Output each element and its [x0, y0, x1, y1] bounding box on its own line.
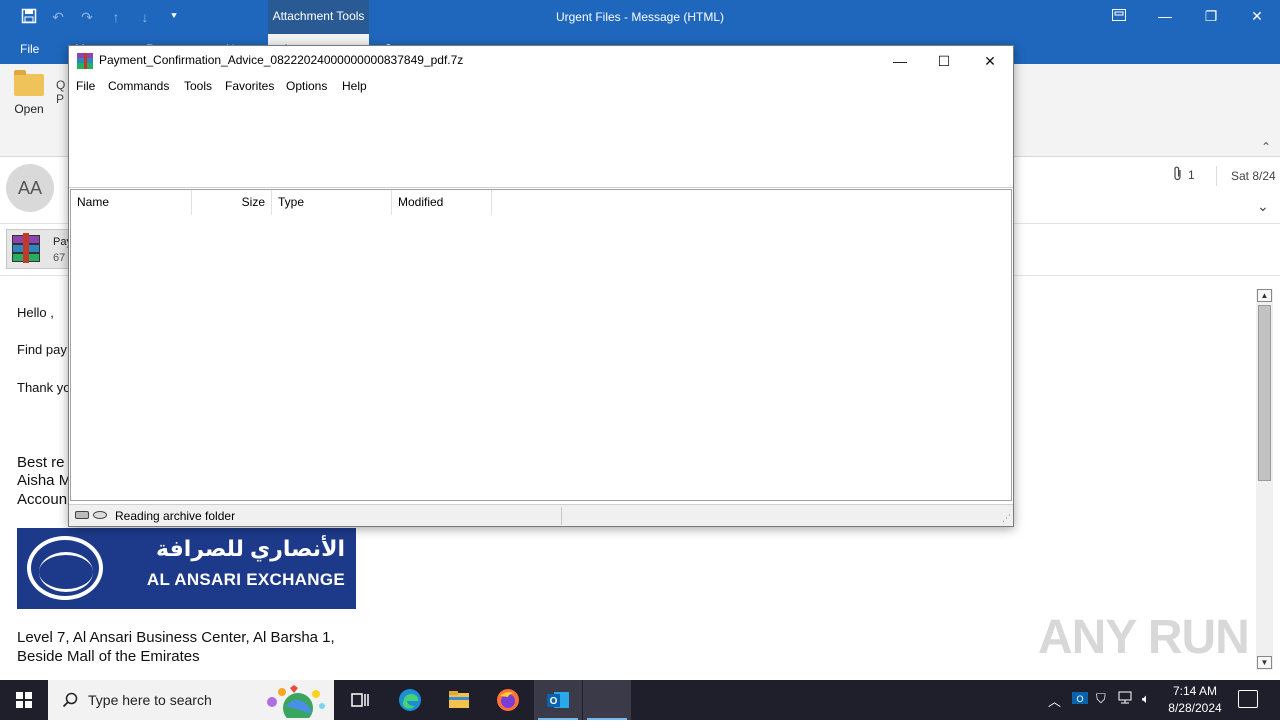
drive-icon	[75, 511, 89, 519]
close-button[interactable]: ✕	[1234, 0, 1280, 34]
column-name[interactable]: Name	[71, 190, 192, 215]
minimize-button[interactable]: —	[1142, 0, 1188, 34]
address-line-2: Beside Mall of the Emirates	[17, 648, 200, 665]
attachment-size: 67	[53, 252, 66, 264]
column-modified[interactable]: Modified	[392, 190, 492, 215]
winrar-status-bar: Reading archive folder ⋰	[69, 504, 1013, 526]
winrar-maximize-button[interactable]: ☐	[921, 46, 967, 76]
svg-text:O: O	[1076, 694, 1083, 704]
restore-button[interactable]: ❐	[1188, 0, 1234, 34]
notifications-icon[interactable]	[1238, 690, 1258, 708]
task-view-button[interactable]	[336, 680, 384, 720]
signature-line-2: Aisha M	[17, 472, 72, 489]
redo-icon[interactable]: ↷	[76, 8, 98, 26]
scrollbar-thumb[interactable]	[1258, 305, 1271, 481]
taskbar-search[interactable]: Type here to search	[48, 680, 334, 721]
winrar-minimize-button[interactable]: —	[877, 46, 923, 76]
menu-commands[interactable]: Commands	[108, 79, 169, 93]
body-scrollbar[interactable]: ▲ ▼	[1256, 289, 1273, 670]
taskbar: Type here to search O ︿ O ⛉ 🔈︎ 7:14 AM 8…	[0, 680, 1280, 721]
task-view-icon	[348, 688, 372, 712]
status-text: Reading archive folder	[115, 509, 236, 523]
menu-help[interactable]: Help	[342, 79, 367, 93]
undo-icon[interactable]: ↶	[47, 8, 69, 26]
taskbar-winrar[interactable]	[583, 680, 631, 720]
outlook-icon: O	[546, 688, 570, 712]
open-label: Open	[14, 102, 44, 116]
winrar-archive-icon	[10, 233, 42, 265]
taskbar-firefox[interactable]	[484, 680, 532, 720]
open-button[interactable]: Open	[8, 70, 50, 132]
ribbon-display-options-icon[interactable]	[1096, 0, 1142, 34]
chevron-up-icon[interactable]: ︿	[1048, 691, 1061, 710]
svg-text:O: O	[550, 696, 558, 707]
winrar-title: Payment_Confirmation_Advice_082220240000…	[99, 53, 464, 67]
attachment-tools-label: Attachment Tools	[268, 0, 369, 34]
search-highlight-art-icon	[260, 684, 330, 721]
address-line-1: Level 7, Al Ansari Business Center, Al B…	[17, 629, 335, 646]
chevron-down-icon[interactable]: ⌄	[1257, 198, 1269, 215]
clock-date: 8/28/2024	[1168, 701, 1222, 715]
search-icon	[62, 692, 78, 712]
winrar-window: Payment_Confirmation_Advice_082220240000…	[68, 45, 1014, 527]
body-line-1: Find pay	[17, 342, 67, 357]
collapse-ribbon-icon[interactable]: ⌃	[1258, 140, 1274, 154]
column-size[interactable]: Size	[192, 190, 272, 215]
greeting-text: Hello ,	[17, 305, 54, 320]
logo-arabic-text: الأنصاري للصرافة	[156, 536, 345, 561]
key-icon	[93, 511, 107, 519]
message-date: Sat 8/24	[1231, 169, 1276, 183]
clock-time: 7:14 AM	[1172, 684, 1218, 698]
winrar-close-button[interactable]: ✕	[967, 46, 1013, 76]
menu-tools[interactable]: Tools	[184, 79, 212, 93]
avatar: AA	[6, 164, 54, 212]
column-type[interactable]: Type	[272, 190, 392, 215]
folder-icon	[14, 70, 44, 96]
winrar-toolbar	[69, 96, 1013, 188]
body-line-2: Thank yo	[17, 380, 71, 395]
save-icon[interactable]	[18, 8, 40, 26]
winrar-menu-bar: File Commands Tools Favorites Options He…	[69, 76, 1013, 96]
file-explorer-icon	[447, 688, 471, 712]
scroll-down-icon[interactable]: ▼	[1257, 656, 1272, 669]
menu-favorites[interactable]: Favorites	[225, 79, 274, 93]
winrar-title-bar: Payment_Confirmation_Advice_082220240000…	[69, 46, 1013, 76]
menu-file[interactable]: File	[76, 79, 95, 93]
clock[interactable]: 7:14 AM 8/28/2024	[1160, 683, 1230, 717]
globe-icon	[27, 536, 103, 600]
outlook-tray-icon[interactable]: O	[1072, 690, 1088, 709]
network-icon[interactable]	[1118, 691, 1134, 708]
signature-line-3: Accoun	[17, 491, 68, 508]
taskbar-outlook[interactable]: O	[534, 680, 582, 720]
taskbar-edge[interactable]	[386, 680, 434, 720]
signature-line-1: Best re	[17, 454, 65, 471]
firefox-icon	[496, 688, 520, 712]
attachment-item[interactable]: Pay 67	[6, 229, 76, 269]
taskbar-file-explorer[interactable]	[435, 680, 483, 720]
window-caption: Urgent Files - Message (HTML)	[555, 10, 725, 24]
status-divider	[561, 507, 562, 525]
arrow-down-icon[interactable]: ↓	[134, 8, 156, 26]
search-placeholder: Type here to search	[88, 692, 212, 708]
logo-english-text: AL ANSARI EXCHANGE	[146, 570, 345, 589]
volume-icon[interactable]: 🔈︎	[1142, 691, 1150, 707]
scroll-up-icon[interactable]: ▲	[1257, 289, 1272, 302]
attachment-count: 1	[1188, 168, 1195, 182]
company-logo: الأنصاري للصرافة AL ANSARI EXCHANGE	[17, 528, 356, 609]
menu-options[interactable]: Options	[286, 79, 327, 93]
windows-logo-icon	[16, 692, 23, 699]
edge-icon	[398, 688, 422, 712]
winrar-file-list[interactable]: Name Size Type Modified	[70, 189, 1012, 501]
resize-grip-icon[interactable]: ⋰	[1002, 513, 1011, 524]
anyrun-watermark: ANY RUN	[1038, 611, 1250, 664]
customize-toolbar-icon[interactable]: ⯆	[163, 8, 185, 26]
winrar-app-icon	[77, 53, 93, 69]
shield-icon[interactable]: ⛉	[1096, 691, 1106, 707]
tab-file[interactable]: File	[20, 34, 39, 64]
start-button[interactable]	[0, 680, 48, 720]
arrow-up-icon[interactable]: ↑	[105, 8, 127, 26]
paperclip-icon	[1173, 166, 1183, 185]
header-divider	[1216, 166, 1217, 186]
outlook-title-bar: ↶ ↷ ↑ ↓ ⯆ Attachment Tools Urgent Files …	[0, 0, 1280, 34]
